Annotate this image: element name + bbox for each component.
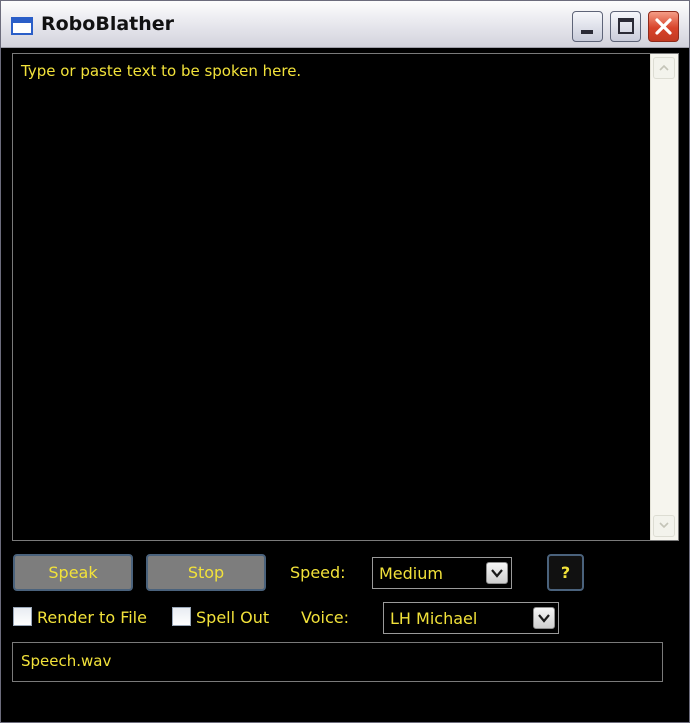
stop-button[interactable]: Stop: [146, 554, 266, 591]
minimize-icon: [581, 30, 593, 34]
app-window-icon: [11, 17, 33, 35]
spell-out-checkbox[interactable]: [172, 607, 191, 626]
close-icon: [655, 18, 672, 35]
chevron-down-icon: [491, 569, 503, 578]
help-button[interactable]: ?: [547, 554, 584, 591]
spell-out-label: Spell Out: [196, 608, 270, 627]
vertical-scrollbar[interactable]: [650, 54, 678, 540]
speed-select-value: Medium: [379, 564, 443, 583]
scroll-up-button[interactable]: [653, 57, 675, 79]
render-to-file-label: Render to File: [37, 608, 147, 627]
chevron-down-icon: [538, 614, 550, 623]
chevron-down-icon: [659, 522, 669, 529]
speech-text-placeholder: Type or paste text to be spoken here.: [21, 62, 302, 80]
voice-dropdown-button[interactable]: [533, 607, 555, 629]
close-button[interactable]: [648, 11, 679, 42]
speak-button[interactable]: Speak: [13, 554, 133, 591]
speed-select[interactable]: Medium: [372, 557, 512, 589]
speed-dropdown-button[interactable]: [486, 562, 508, 584]
output-file-name-field[interactable]: Speech.wav: [12, 642, 663, 682]
output-file-name-value: Speech.wav: [21, 652, 112, 670]
voice-select-value: LH Michael: [390, 609, 478, 628]
render-to-file-checkbox[interactable]: [13, 607, 32, 626]
window-title: RoboBlather: [41, 13, 175, 35]
speed-label: Speed:: [290, 563, 346, 582]
maximize-button[interactable]: [610, 11, 641, 42]
maximize-icon: [618, 18, 634, 34]
scroll-down-button[interactable]: [653, 515, 675, 537]
title-bar[interactable]: RoboBlather: [1, 1, 689, 48]
voice-select[interactable]: LH Michael: [383, 602, 559, 634]
minimize-button[interactable]: [572, 11, 603, 42]
voice-label: Voice:: [301, 608, 349, 627]
chevron-up-icon: [659, 64, 669, 71]
app-window: RoboBlather Type or paste text to be spo…: [0, 0, 690, 723]
speech-text-area[interactable]: Type or paste text to be spoken here.: [12, 53, 679, 541]
